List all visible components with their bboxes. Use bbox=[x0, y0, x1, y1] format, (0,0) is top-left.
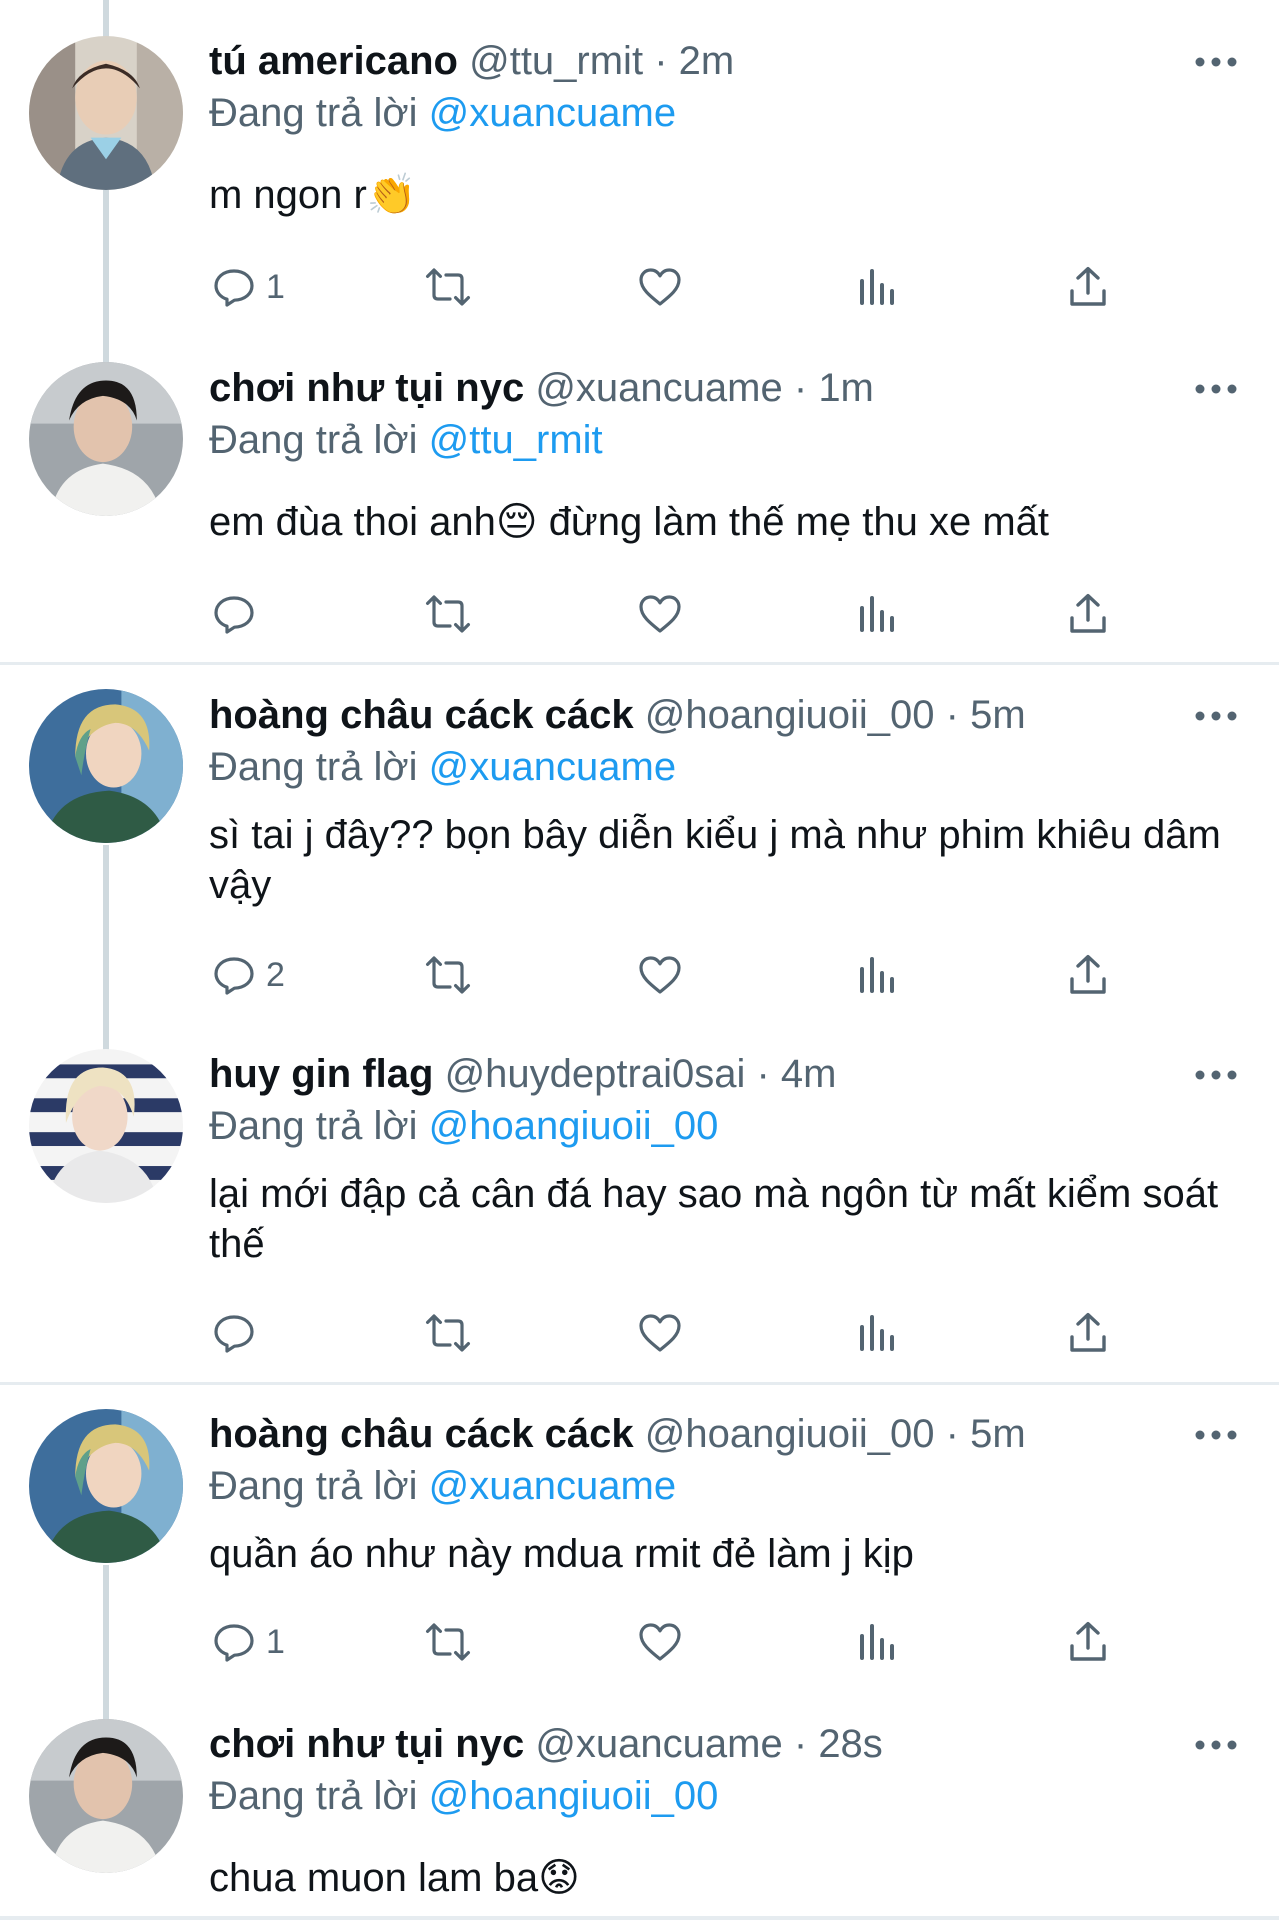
reply-to-mention[interactable]: @hoangiuoii_00 bbox=[429, 1774, 719, 1818]
separator: · bbox=[793, 1722, 808, 1766]
author-name[interactable]: chơi như tụi nyc bbox=[209, 1722, 524, 1766]
avatar[interactable] bbox=[29, 1719, 183, 1873]
reply-label: Đang trả lời bbox=[209, 1774, 418, 1818]
tweet[interactable]: chơi như tụi nyc @xuancuame · 28s Đang t… bbox=[0, 0, 1279, 1920]
bottom-divider bbox=[0, 1916, 1279, 1920]
timestamp[interactable]: 28s bbox=[818, 1722, 883, 1766]
more-icon[interactable] bbox=[1192, 1735, 1240, 1755]
tweet-text: chua muon lam ba😟 bbox=[209, 1856, 580, 1900]
author-handle[interactable]: @xuancuame bbox=[535, 1722, 782, 1766]
